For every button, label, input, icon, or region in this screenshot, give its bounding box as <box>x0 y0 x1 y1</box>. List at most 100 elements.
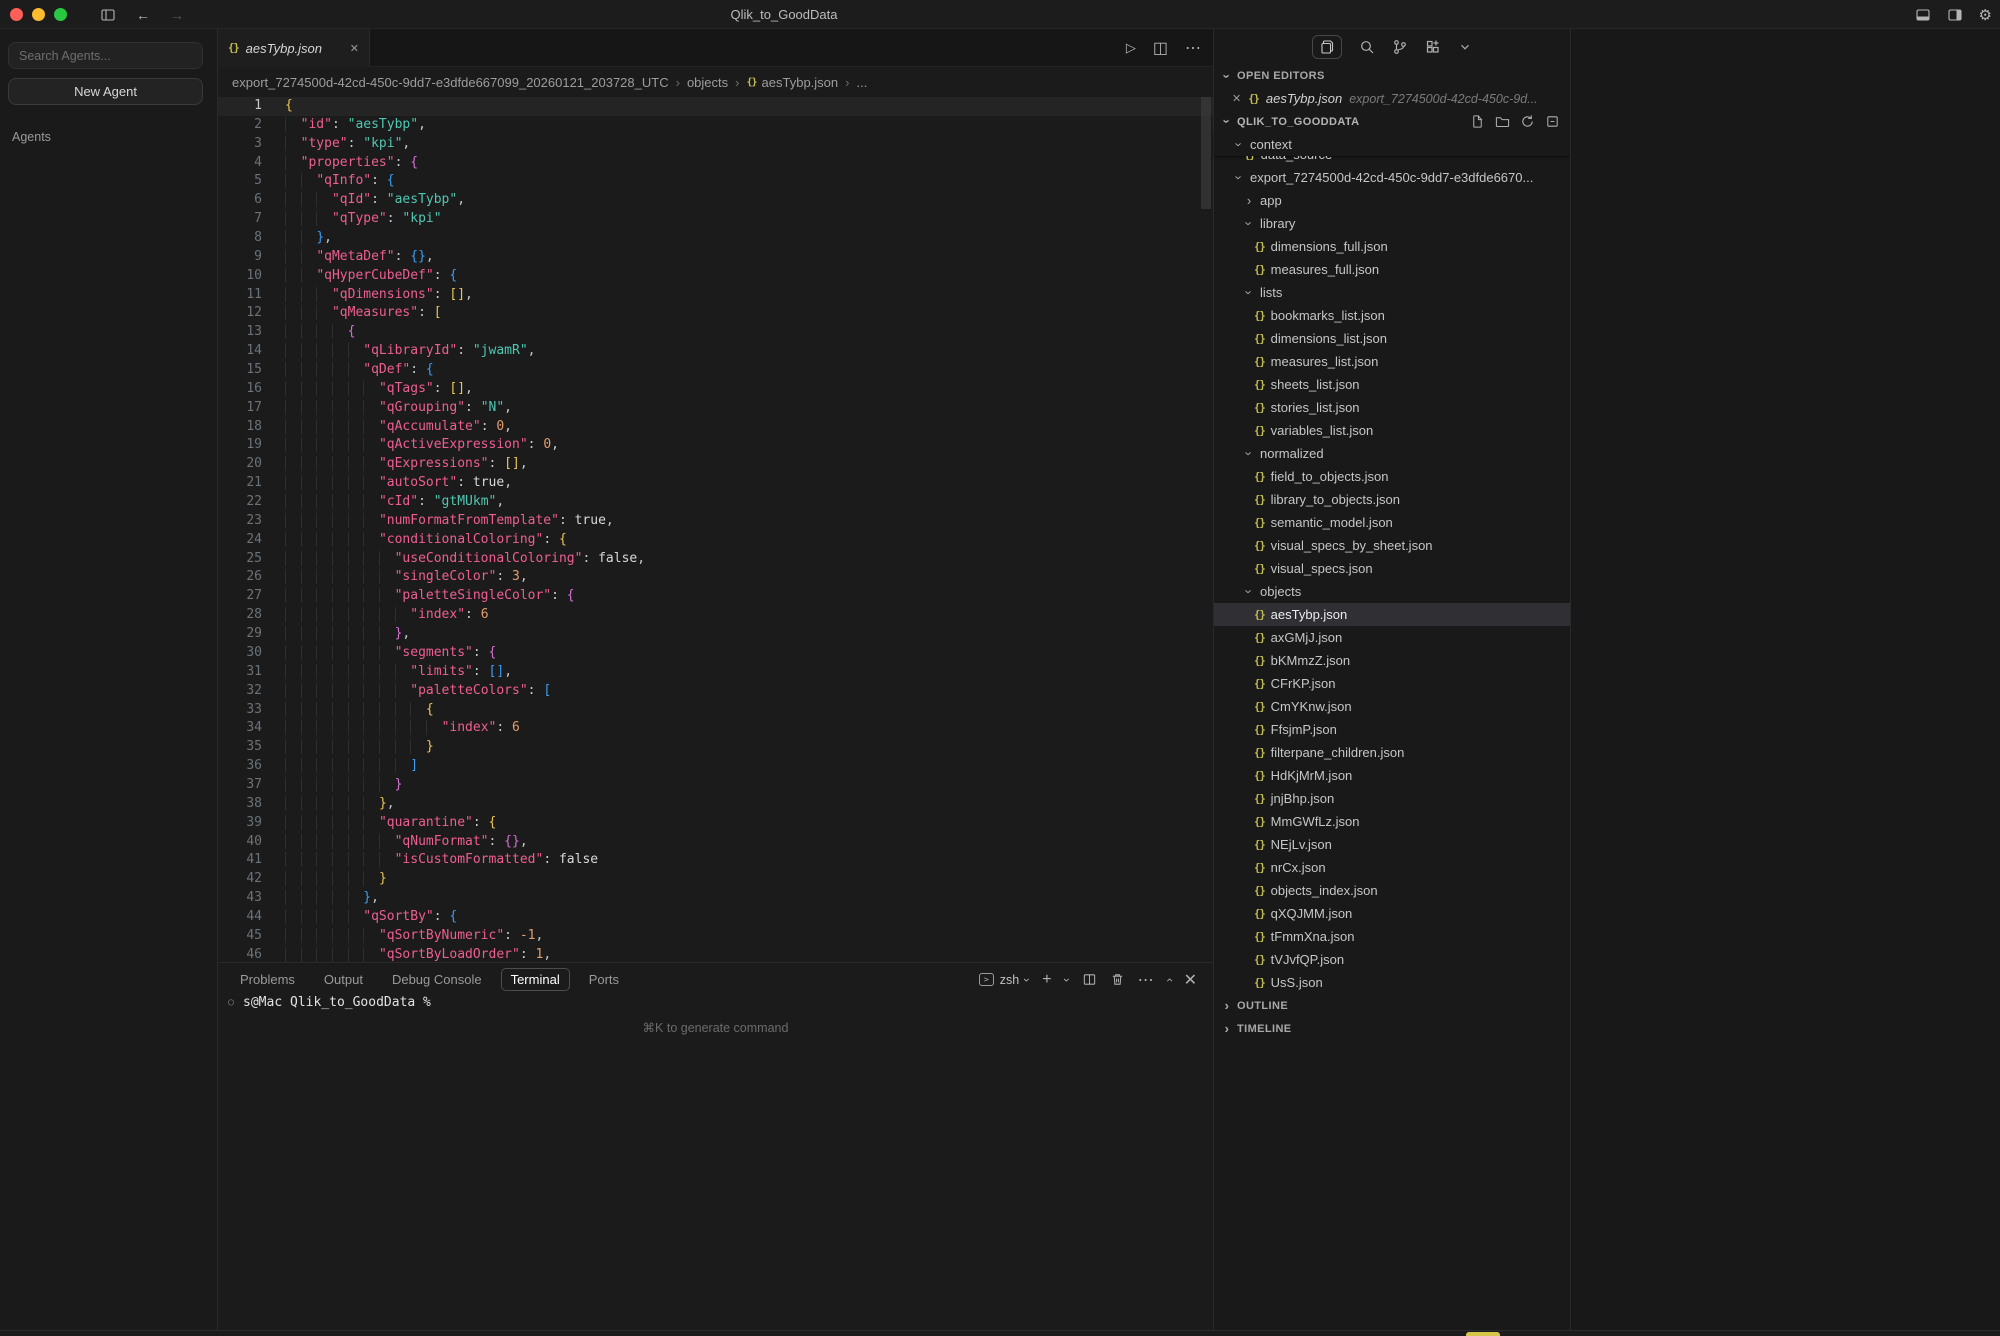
code-line[interactable]: 27 "paletteSingleColor": { <box>218 587 1213 606</box>
tree-folder-objects[interactable]: ›objects <box>1214 580 1570 603</box>
tree-folder-normalized[interactable]: ›normalized <box>1214 442 1570 465</box>
code-line[interactable]: 16 "qTags": [], <box>218 380 1213 399</box>
tree-file-aesTybp.json[interactable]: {}aesTybp.json <box>1214 603 1570 626</box>
new-file-icon[interactable] <box>1470 114 1485 129</box>
tree-file-measures_full.json[interactable]: {}measures_full.json <box>1214 258 1570 281</box>
tree-file-semantic_model.json[interactable]: {}semantic_model.json <box>1214 511 1570 534</box>
code-line[interactable]: 40 "qNumFormat": {}, <box>218 833 1213 852</box>
back-button[interactable]: ← <box>136 7 150 23</box>
views-chevron-down-icon[interactable] <box>1458 40 1472 54</box>
code-line[interactable]: 42 } <box>218 870 1213 889</box>
editor-tab-aesTybp[interactable]: {} aesTybp.json ✕ <box>218 29 370 67</box>
code-line[interactable]: 45 "qSortByNumeric": -1, <box>218 927 1213 946</box>
code-line[interactable]: 14 "qLibraryId": "jwamR", <box>218 342 1213 361</box>
tree-file-CFrKP.json[interactable]: {}CFrKP.json <box>1214 672 1570 695</box>
tree-file-axGMjJ.json[interactable]: {}axGMjJ.json <box>1214 626 1570 649</box>
tree-folder-context[interactable]: ›context <box>1214 133 1570 156</box>
code-line[interactable]: 15 "qDef": { <box>218 361 1213 380</box>
refresh-icon[interactable] <box>1520 114 1535 129</box>
tree-file-visual_specs.json[interactable]: {}visual_specs.json <box>1214 557 1570 580</box>
code-editor[interactable]: 1{2 "id": "aesTybp",3 "type": "kpi",4 "p… <box>218 97 1213 962</box>
code-line[interactable]: 36 ] <box>218 757 1213 776</box>
run-file-icon[interactable]: ▷ <box>1126 40 1136 56</box>
tree-file-NEjLv.json[interactable]: {}NEjLv.json <box>1214 833 1570 856</box>
tree-file-dimensions_list.json[interactable]: {}dimensions_list.json <box>1214 327 1570 350</box>
code-line[interactable]: 41 "isCustomFormatted": false <box>218 851 1213 870</box>
tree-file-library_to_objects.json[interactable]: {}library_to_objects.json <box>1214 488 1570 511</box>
tree-file-objects_index.json[interactable]: {}objects_index.json <box>1214 879 1570 902</box>
editor-more-actions-icon[interactable]: ⋯ <box>1185 38 1201 58</box>
tree-file-qXQJMM.json[interactable]: {}qXQJMM.json <box>1214 902 1570 925</box>
code-line[interactable]: 9 "qMetaDef": {}, <box>218 248 1213 267</box>
tab-close-icon[interactable]: ✕ <box>350 42 359 55</box>
open-editor-item-aesTybp[interactable]: ✕ {} aesTybp.json export_7274500d-42cd-4… <box>1214 87 1570 110</box>
split-editor-icon[interactable]: ◫ <box>1153 38 1168 58</box>
new-folder-icon[interactable] <box>1495 114 1510 129</box>
toggle-secondary-sidebar-icon[interactable] <box>1947 7 1963 23</box>
open-editors-header[interactable]: › OPEN EDITORS <box>1214 65 1570 87</box>
minimize-window-button[interactable] <box>32 8 45 21</box>
breadcrumb-item[interactable]: ... <box>856 75 867 90</box>
forward-button[interactable]: → <box>170 7 184 23</box>
code-line[interactable]: 32 "paletteColors": [ <box>218 682 1213 701</box>
tree-file-variables_list.json[interactable]: {}variables_list.json <box>1214 419 1570 442</box>
code-line[interactable]: 19 "qActiveExpression": 0, <box>218 436 1213 455</box>
tree-folder-library[interactable]: ›library <box>1214 212 1570 235</box>
tree-folder-app[interactable]: ›app <box>1214 189 1570 212</box>
project-section-header[interactable]: › QLIK_TO_GOODDATA <box>1214 110 1570 133</box>
close-panel-icon[interactable]: ✕ <box>1184 970 1197 990</box>
outline-section-header[interactable]: › OUTLINE <box>1214 994 1570 1017</box>
sidebar-toggle-icon[interactable] <box>100 7 116 23</box>
code-line[interactable]: 7 "qType": "kpi" <box>218 210 1213 229</box>
close-editor-icon[interactable]: ✕ <box>1232 92 1241 105</box>
terminal-prompt-line[interactable]: ○ s@Mac Qlik_to_GoodData % <box>228 993 431 1011</box>
tree-file-dimensions_full.json[interactable]: {}dimensions_full.json <box>1214 235 1570 258</box>
code-line[interactable]: 18 "qAccumulate": 0, <box>218 418 1213 437</box>
explorer-view-icon[interactable] <box>1312 35 1342 59</box>
code-line[interactable]: 30 "segments": { <box>218 644 1213 663</box>
panel-tab-debug-console[interactable]: Debug Console <box>382 968 492 991</box>
tree-file-bookmarks_list.json[interactable]: {}bookmarks_list.json <box>1214 304 1570 327</box>
code-line[interactable]: 1{ <box>218 97 1213 116</box>
search-agents-input[interactable] <box>8 42 203 69</box>
toggle-panel-icon[interactable] <box>1915 7 1931 23</box>
code-line[interactable]: 13 { <box>218 323 1213 342</box>
tree-folder-lists[interactable]: ›lists <box>1214 281 1570 304</box>
tree-file-jnjBhp.json[interactable]: {}jnjBhp.json <box>1214 787 1570 810</box>
shell-selector[interactable]: > zsh › <box>979 973 1029 987</box>
tree-file-FfsjmP.json[interactable]: {}FfsjmP.json <box>1214 718 1570 741</box>
code-line[interactable]: 10 "qHyperCubeDef": { <box>218 267 1213 286</box>
tree-file-UsS.json[interactable]: {}UsS.json <box>1214 971 1570 994</box>
tree-file-CmYKnw.json[interactable]: {}CmYKnw.json <box>1214 695 1570 718</box>
code-line[interactable]: 33 { <box>218 701 1213 720</box>
code-line[interactable]: 37 } <box>218 776 1213 795</box>
code-line[interactable]: 20 "qExpressions": [], <box>218 455 1213 474</box>
split-terminal-icon[interactable] <box>1082 972 1097 987</box>
tree-file-visual_specs_by_sheet.json[interactable]: {}visual_specs_by_sheet.json <box>1214 534 1570 557</box>
editor-scrollbar[interactable] <box>1201 97 1211 209</box>
code-line[interactable]: 12 "qMeasures": [ <box>218 304 1213 323</box>
panel-tab-problems[interactable]: Problems <box>230 968 305 991</box>
panel-tab-output[interactable]: Output <box>314 968 373 991</box>
code-line[interactable]: 39 "quarantine": { <box>218 814 1213 833</box>
tree-file-HdKjMrM.json[interactable]: {}HdKjMrM.json <box>1214 764 1570 787</box>
code-line[interactable]: 34 "index": 6 <box>218 719 1213 738</box>
new-agent-button[interactable]: New Agent <box>8 78 203 105</box>
tree-file-stories_list.json[interactable]: {}stories_list.json <box>1214 396 1570 419</box>
code-line[interactable]: 21 "autoSort": true, <box>218 474 1213 493</box>
code-line[interactable]: 23 "numFormatFromTemplate": true, <box>218 512 1213 531</box>
tree-folder-export_7274500d-42cd-450c-9dd7-e3dfde6670...[interactable]: ›export_7274500d-42cd-450c-9dd7-e3dfde66… <box>1214 166 1570 189</box>
code-line[interactable]: 35 } <box>218 738 1213 757</box>
tree-file-tFmmXna.json[interactable]: {}tFmmXna.json <box>1214 925 1570 948</box>
code-line[interactable]: 29 }, <box>218 625 1213 644</box>
tree-file-field_to_objects.json[interactable]: {}field_to_objects.json <box>1214 465 1570 488</box>
kill-terminal-trash-icon[interactable] <box>1110 972 1125 987</box>
code-line[interactable]: 5 "qInfo": { <box>218 172 1213 191</box>
code-line[interactable]: 8 }, <box>218 229 1213 248</box>
settings-gear-icon[interactable]: ⚙ <box>1979 6 1992 24</box>
tree-file-nrCx.json[interactable]: {}nrCx.json <box>1214 856 1570 879</box>
tree-file-data_source[interactable]: {}data_source <box>1214 156 1570 166</box>
close-window-button[interactable] <box>10 8 23 21</box>
terminal-dropdown-icon[interactable]: › <box>1060 978 1074 982</box>
tree-file-bKMmzZ.json[interactable]: {}bKMmzZ.json <box>1214 649 1570 672</box>
